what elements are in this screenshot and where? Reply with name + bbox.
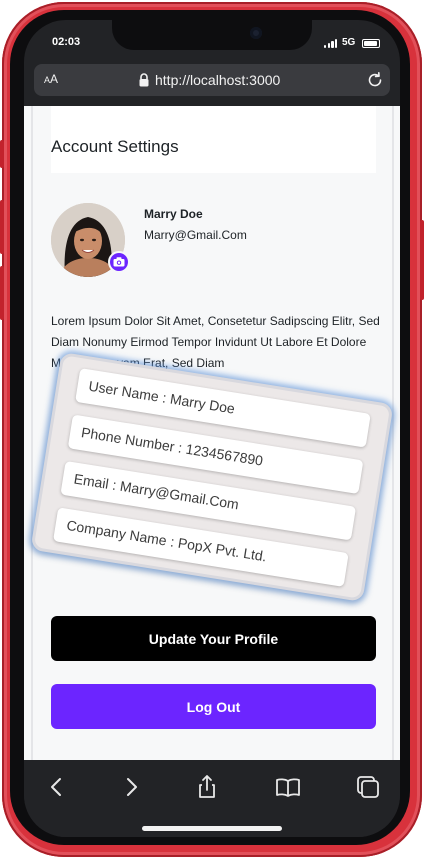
phone-screen: 02:03 5G AA http://localhost:3000 Accoun… (24, 20, 400, 837)
logout-button[interactable]: Log Out (51, 684, 376, 729)
share-icon[interactable] (194, 774, 220, 800)
update-profile-button[interactable]: Update Your Profile (51, 616, 376, 661)
content-border-left (31, 106, 33, 760)
status-time: 02:03 (52, 36, 81, 48)
content-border-right (392, 106, 394, 760)
lock-icon (139, 73, 149, 87)
text-size-button[interactable]: AA (44, 72, 58, 86)
web-content: Account Settings Marry Doe Marry@Gmail.C… (24, 106, 400, 760)
mute-switch (0, 140, 4, 168)
tabs-icon[interactable] (355, 774, 381, 800)
profile-details-card: User Name : Marry Doe Phone Number : 123… (30, 351, 394, 603)
camera-icon (113, 257, 125, 267)
bookmarks-icon[interactable] (275, 774, 301, 800)
home-indicator (142, 826, 282, 831)
profile-email: Marry@Gmail.Com (144, 228, 247, 242)
volume-down-button (0, 266, 4, 320)
back-icon[interactable] (44, 774, 70, 800)
profile-name: Marry Doe (144, 207, 203, 221)
signal-icon (324, 39, 338, 48)
settings-header: Account Settings (51, 106, 376, 173)
change-photo-button[interactable] (108, 251, 130, 273)
notch (112, 20, 312, 50)
text-size-large-a: A (50, 72, 59, 86)
reload-icon[interactable] (366, 71, 384, 89)
page-title: Account Settings (51, 137, 179, 156)
url-text[interactable]: http://localhost:3000 (155, 72, 280, 88)
battery-icon (362, 39, 380, 48)
front-camera (250, 27, 262, 39)
volume-up-button (0, 200, 4, 254)
power-button (420, 220, 424, 300)
forward-icon[interactable] (118, 774, 144, 800)
network-type: 5G (342, 37, 356, 48)
address-bar[interactable]: AA http://localhost:3000 (34, 64, 390, 96)
battery-level (364, 41, 378, 46)
status-bar: 02:03 5G (24, 20, 400, 64)
